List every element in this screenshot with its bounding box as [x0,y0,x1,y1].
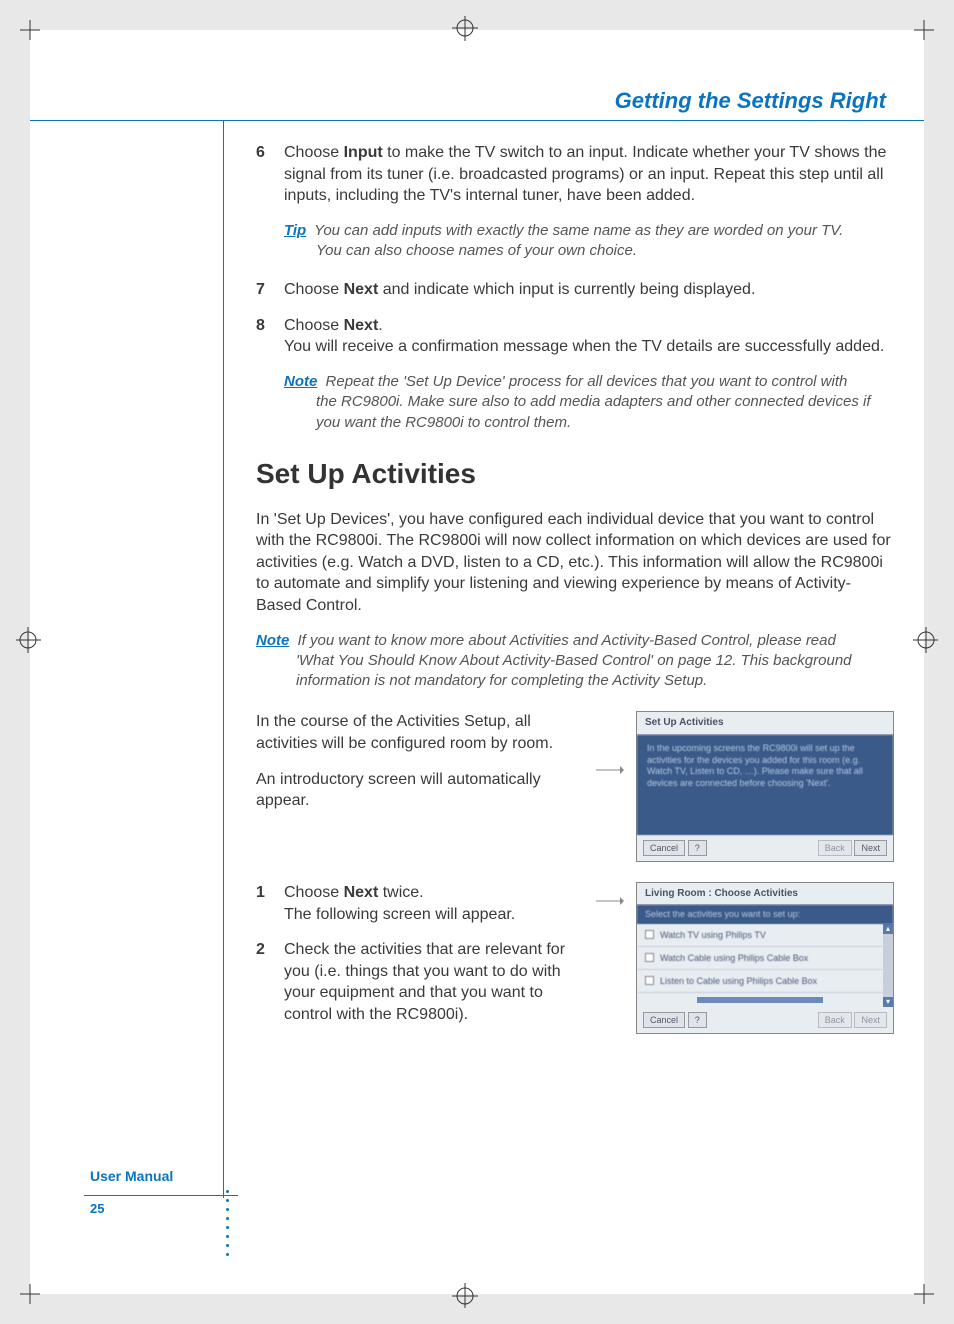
note-text: the RC9800i. Make sure also to add media… [316,392,896,412]
section-paragraph: In 'Set Up Devices', you have configured… [256,509,896,617]
text: Choose [284,281,344,298]
activity-checkbox-item[interactable]: Watch Cable using Philips Cable Box [637,947,883,970]
note-text: If you want to know more about Activitie… [298,632,836,649]
checkbox-icon[interactable] [645,953,654,962]
text: and indicate which input is currently be… [378,281,755,298]
screenshot-set-up-activities: Set Up Activities In the upcoming screen… [636,711,894,862]
cancel-button[interactable]: Cancel [643,1012,685,1028]
step-7: 7 Choose Next and indicate which input i… [256,279,896,301]
note-text: information is not mandatory for complet… [296,671,896,691]
step-number: 2 [256,939,284,1025]
back-button[interactable]: Back [818,1012,852,1028]
tip-label: Tip [284,222,306,239]
bold: Next [344,884,379,901]
intro-text-1: In the course of the Activities Setup, a… [256,711,584,754]
help-button[interactable]: ? [688,840,707,856]
scroll-up-icon[interactable]: ▴ [883,924,893,934]
note-label: Note [256,632,289,649]
text: . [378,317,382,334]
page-number: 25 [90,1201,104,1216]
note-text: Repeat the 'Set Up Device' process for a… [326,373,848,390]
step-number: 7 [256,279,284,301]
arrow-icon [596,882,624,914]
step-body: Choose Next twice. The following screen … [284,882,584,925]
bold: Input [344,144,383,161]
intro-text-2: An introductory screen will automaticall… [256,769,584,812]
next-button[interactable]: Next [854,840,887,856]
step-2: 2 Check the activities that are relevant… [256,939,584,1025]
tip-block: Tip You can add inputs with exactly the … [284,221,896,262]
tip-text: You can also choose names of your own ch… [316,241,896,261]
step-6: 6 Choose Input to make the TV switch to … [256,142,896,207]
dot-decoration [226,1190,229,1256]
footer-label: User Manual [90,1168,173,1184]
activity-label: Watch Cable using Philips Cable Box [660,952,808,964]
activity-label: Listen to Cable using Philips Cable Box [660,975,817,987]
screenshot-body-text: In the upcoming screens the RC9800i will… [637,735,893,835]
section-header: Getting the Settings Right [615,88,886,114]
progress-bar [697,997,823,1003]
help-button[interactable]: ? [688,1012,707,1028]
text: The following screen will appear. [284,906,515,923]
text: Choose [284,144,344,161]
footer-rule [84,1195,238,1196]
note-text: 'What You Should Know About Activity-Bas… [296,651,896,671]
step-number: 1 [256,882,284,925]
text: Choose [284,317,344,334]
bold: Next [344,317,379,334]
screenshot-subtitle: Select the activities you want to set up… [637,905,893,923]
step-body: Choose Next and indicate which input is … [284,279,896,301]
screenshot-title: Living Room : Choose Activities [637,883,893,906]
step-number: 6 [256,142,284,207]
note-block: Note Repeat the 'Set Up Device' process … [284,372,896,433]
heading-set-up-activities: Set Up Activities [256,455,896,493]
checkbox-icon[interactable] [645,930,654,939]
step-8: 8 Choose Next. You will receive a confir… [256,315,896,358]
scrollbar[interactable]: ▴▾ [883,924,893,1007]
screenshot-choose-activities: Living Room : Choose Activities Select t… [636,882,894,1034]
note-text: you want the RC9800i to control them. [316,413,896,433]
text: You will receive a confirmation message … [284,338,884,355]
next-button[interactable]: Next [854,1012,887,1028]
activity-label: Watch TV using Philips TV [660,929,766,941]
arrow-icon [596,711,624,783]
activity-checkbox-item[interactable]: Watch TV using Philips TV [637,924,883,947]
header-rule [30,120,924,121]
checkbox-icon[interactable] [645,976,654,985]
scroll-down-icon[interactable]: ▾ [883,997,893,1007]
step-body: Check the activities that are relevant f… [284,939,584,1025]
tip-text: You can add inputs with exactly the same… [314,222,843,239]
step-number: 8 [256,315,284,358]
step-1: 1 Choose Next twice. The following scree… [256,882,584,925]
note-block: Note If you want to know more about Acti… [256,631,896,692]
activity-checkbox-item[interactable]: Listen to Cable using Philips Cable Box [637,970,883,993]
text: twice. [378,884,423,901]
screenshot-title: Set Up Activities [637,712,893,735]
bold: Next [344,281,379,298]
step-body: Choose Next. You will receive a confirma… [284,315,896,358]
step-body: Choose Input to make the TV switch to an… [284,142,896,207]
vertical-rule [223,120,224,1198]
note-label: Note [284,373,317,390]
back-button[interactable]: Back [818,840,852,856]
cancel-button[interactable]: Cancel [643,840,685,856]
text: Choose [284,884,344,901]
